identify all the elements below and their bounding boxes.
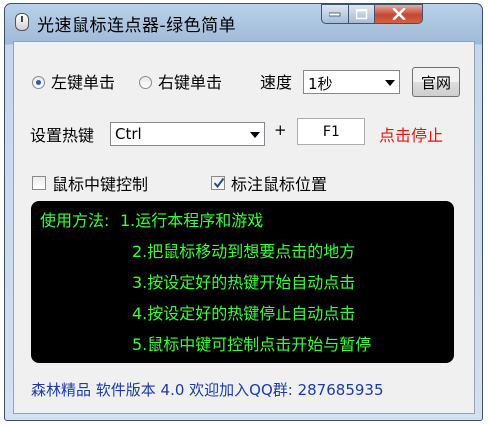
official-site-button[interactable]: 官网	[412, 67, 460, 97]
hotkey-modifier-select[interactable]: Ctrl	[110, 122, 265, 146]
minimize-icon	[329, 12, 341, 17]
instruction-step: 5.鼠标中键可控制点击开始与暂停	[132, 335, 372, 354]
middle-button-control-label[interactable]: 鼠标中键控制	[52, 171, 148, 195]
footer-info: 森林精品 软件版本 4.0 欢迎加入QQ群: 287685935	[31, 381, 384, 399]
close-icon	[392, 8, 405, 20]
mark-position-checkbox[interactable]	[211, 176, 225, 190]
chevron-down-icon	[385, 80, 395, 86]
hotkey-label: 设置热键	[30, 126, 95, 145]
plus-sign: +	[274, 121, 287, 139]
app-window: 光速鼠标连点器-绿色简单 左键单击 右键单击 速度 1秒 官网 设置热键 Ctr…	[4, 3, 483, 421]
left-click-label[interactable]: 左键单击	[51, 69, 115, 93]
left-click-radio[interactable]	[32, 76, 45, 89]
hotkey-key-field[interactable]: F1	[297, 118, 365, 145]
client-area: 左键单击 右键单击 速度 1秒 官网 设置热键 Ctrl + F1 点击停止 鼠…	[13, 41, 475, 414]
chevron-down-icon	[250, 132, 260, 138]
instruction-step: 1.运行本程序和游戏	[120, 211, 264, 230]
hotkey-modifier-value: Ctrl	[115, 125, 142, 143]
mark-position-label[interactable]: 标注鼠标位置	[231, 171, 327, 195]
maximize-button[interactable]	[348, 4, 375, 24]
instruction-step: 4.按设定好的热键停止自动点击	[132, 304, 356, 323]
minimize-button[interactable]	[321, 4, 349, 24]
checkmark-icon	[213, 177, 225, 189]
window-title: 光速鼠标连点器-绿色简单	[37, 16, 237, 36]
instructions-panel: 使用方法: 1.运行本程序和游戏 2.把鼠标移动到想要点击的地方 3.按设定好的…	[31, 201, 454, 363]
status-text: 点击停止	[379, 126, 444, 145]
speed-select[interactable]: 1秒	[303, 70, 400, 94]
right-click-label[interactable]: 右键单击	[158, 69, 222, 93]
speed-value: 1秒	[308, 75, 333, 93]
speed-label: 速度	[260, 73, 293, 92]
middle-button-control-checkbox[interactable]	[32, 176, 46, 190]
instruction-step: 2.把鼠标移动到想要点击的地方	[132, 242, 356, 261]
instruction-step: 3.按设定好的热键开始自动点击	[132, 273, 356, 292]
right-click-radio[interactable]	[139, 76, 152, 89]
close-button[interactable]	[374, 4, 423, 24]
mouse-icon	[15, 13, 29, 31]
instructions-heading: 使用方法:	[40, 211, 110, 230]
maximize-icon	[355, 8, 367, 19]
title-bar[interactable]: 光速鼠标连点器-绿色简单	[5, 4, 482, 40]
